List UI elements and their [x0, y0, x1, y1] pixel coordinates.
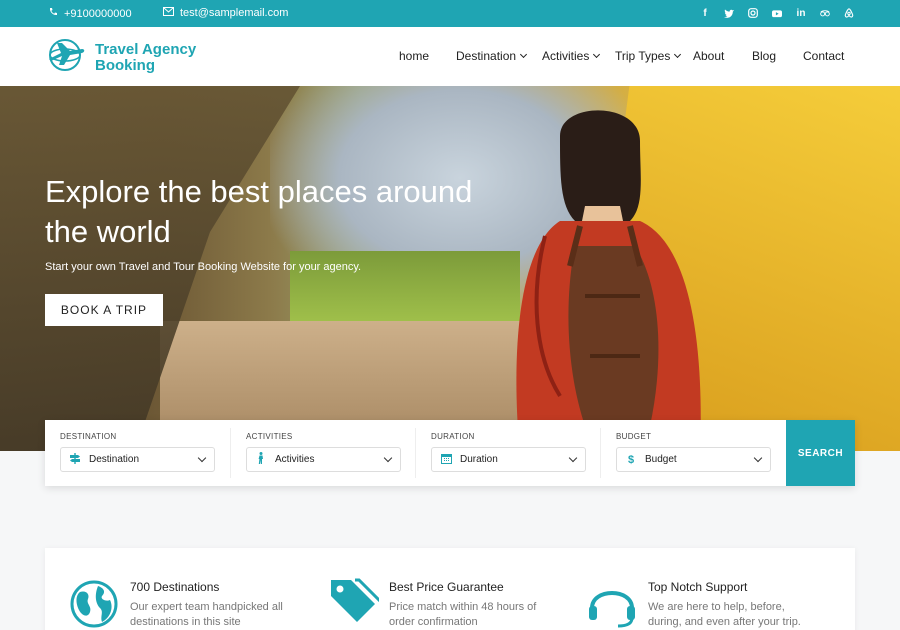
instagram-icon[interactable]: [748, 6, 758, 20]
youtube-icon[interactable]: [772, 6, 782, 20]
duration-value: Duration: [460, 454, 498, 465]
chevron-down-icon: [520, 50, 528, 59]
trip-search-form: DESTINATION Destination ACTIVITIES Activ…: [45, 420, 855, 486]
headset-icon: [589, 591, 635, 628]
price-tag-icon: [331, 578, 379, 622]
phone-number: +9100000000: [64, 7, 132, 20]
facebook-icon[interactable]: f: [700, 6, 710, 20]
hero-title: Explore the best places around the world: [45, 174, 473, 249]
signpost-icon: [69, 452, 81, 467]
phone-contact[interactable]: +9100000000: [48, 7, 132, 20]
activities-label: ACTIVITIES: [246, 432, 293, 441]
nav-home[interactable]: home: [399, 49, 429, 63]
hero-traveler-illustration: [516, 110, 701, 451]
hiker-icon: [255, 452, 267, 467]
dollar-icon: $: [627, 453, 635, 466]
feature-description: We are here to help, before, during, and…: [648, 601, 801, 628]
nav-contact[interactable]: Contact: [803, 49, 844, 63]
feature-title: Best Price Guarantee: [389, 580, 504, 594]
brand-line-1: Travel Agency: [95, 40, 197, 58]
nav-label: About: [693, 49, 725, 63]
nav-about[interactable]: About: [693, 49, 724, 63]
linkedin-icon[interactable]: in: [796, 6, 806, 20]
email-address: test@samplemail.com: [180, 7, 289, 19]
nav-label: Blog: [752, 49, 777, 63]
budget-value: Budget: [645, 454, 677, 465]
email-contact[interactable]: test@samplemail.com: [163, 7, 288, 19]
brand-line-2: Booking: [95, 56, 155, 74]
top-bar: +9100000000 test@samplemail.com f in: [0, 0, 900, 27]
chevron-down-icon: [383, 453, 393, 463]
budget-select[interactable]: $ Budget: [616, 447, 771, 472]
activities-select[interactable]: Activities: [246, 447, 401, 472]
duration-field: DURATION Duration: [416, 420, 586, 486]
activities-value: Activities: [275, 454, 315, 465]
budget-field: BUDGET $ Budget: [601, 420, 771, 486]
destination-label: DESTINATION: [60, 432, 117, 441]
destination-field: DESTINATION Destination: [45, 420, 215, 486]
chevron-down-icon: [197, 453, 207, 463]
features-section: 700 Destinations Our expert team handpic…: [45, 548, 855, 630]
destination-value: Destination: [89, 454, 140, 465]
hero-banner: Explore the best places around the world…: [0, 86, 900, 451]
hero-subtitle: Start your own Travel and Tour Booking W…: [45, 261, 362, 273]
feature-description: Price match within 48 hours of order con…: [389, 601, 537, 628]
brand-name: Travel Agency Booking: [95, 40, 197, 74]
feature-title: Top Notch Support: [648, 580, 748, 594]
social-links: f in: [700, 6, 854, 20]
feature-title: 700 Destinations: [130, 580, 220, 594]
mail-icon: [163, 7, 174, 19]
chevron-down-icon: [674, 50, 682, 59]
activities-field: ACTIVITIES Activities: [231, 420, 401, 486]
site-header: Travel Agency Booking home Destination A…: [0, 27, 900, 86]
chevron-down-icon: [593, 50, 601, 59]
nav-blog[interactable]: Blog: [752, 49, 776, 63]
globe-icon: [70, 580, 118, 628]
nav-label: Contact: [803, 49, 845, 63]
twitter-icon[interactable]: [724, 6, 734, 20]
search-button[interactable]: SEARCH: [786, 420, 855, 486]
nav-trip-types[interactable]: Trip Types: [615, 49, 682, 63]
nav-activities[interactable]: Activities: [542, 49, 601, 63]
duration-select[interactable]: Duration: [431, 447, 586, 472]
calendar-icon: [440, 453, 452, 467]
duration-label: DURATION: [431, 432, 475, 441]
destination-select[interactable]: Destination: [60, 447, 215, 472]
book-trip-button[interactable]: BOOK A TRIP: [45, 294, 163, 326]
nav-label: Activities: [542, 49, 590, 63]
nav-label: Trip Types: [615, 49, 671, 63]
nav-destination[interactable]: Destination: [456, 49, 528, 63]
phone-icon: [48, 7, 58, 20]
budget-label: BUDGET: [616, 432, 652, 441]
feature-description: Our expert team handpicked all destinati…: [130, 601, 283, 628]
chevron-down-icon: [568, 453, 578, 463]
airplane-globe-icon: [45, 37, 87, 78]
nav-label: Destination: [456, 49, 517, 63]
tripadvisor-icon[interactable]: [820, 6, 830, 20]
airbnb-icon[interactable]: [844, 6, 854, 20]
nav-label: home: [399, 49, 430, 63]
brand-logo[interactable]: Travel Agency Booking: [45, 37, 196, 78]
chevron-down-icon: [753, 453, 763, 463]
